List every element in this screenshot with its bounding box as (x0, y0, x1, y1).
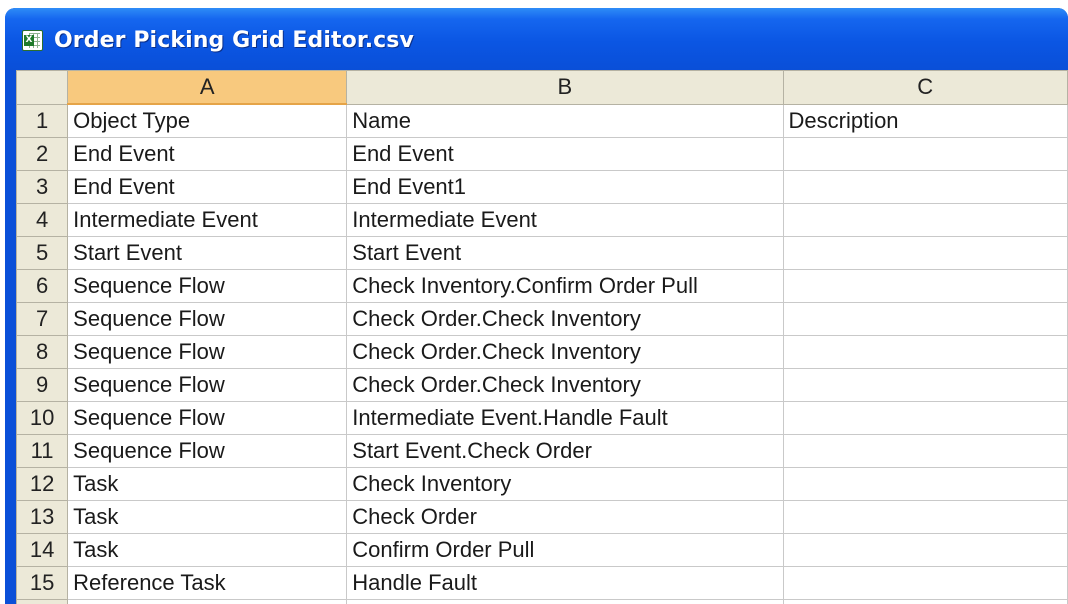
cell-b[interactable] (346, 599, 784, 604)
cell-b[interactable]: Check Order.Check Inventory (346, 335, 784, 369)
table-row: 14 Task Confirm Order Pull (16, 533, 1068, 567)
x-glyph: X (24, 35, 34, 46)
table-row: 7 Sequence Flow Check Order.Check Inventor… (16, 302, 1068, 336)
cell-c[interactable] (782, 566, 1068, 600)
cell-c[interactable] (782, 269, 1068, 303)
cell-a[interactable]: Reference Task (67, 566, 348, 600)
cell-b[interactable]: Check Inventory (346, 467, 784, 501)
table-row: 2 End Event End Event (16, 137, 1068, 171)
cell-b[interactable]: Check Order (346, 500, 784, 534)
row-header[interactable]: 5 (16, 236, 69, 270)
row-header[interactable]: 2 (16, 137, 69, 171)
row-header[interactable]: 1 (16, 103, 69, 138)
cell-c[interactable] (782, 137, 1068, 171)
table-row: 11 Sequence Flow Start Event.Check Order (16, 434, 1068, 468)
cell-a[interactable]: Task (67, 467, 348, 501)
cell-b[interactable]: Start Event (346, 236, 784, 270)
cell-a[interactable]: Sequence Flow (67, 269, 348, 303)
cell-b[interactable]: Intermediate Event.Handle Fault (346, 401, 784, 435)
cell-b[interactable]: Handle Fault (346, 566, 784, 600)
row-header[interactable]: 8 (16, 335, 69, 369)
table-row: 12 Task Check Inventory (16, 467, 1068, 501)
row-header[interactable]: 10 (16, 401, 69, 435)
cell-c[interactable] (782, 236, 1068, 270)
cell-b[interactable]: Start Event.Check Order (346, 434, 784, 468)
table-row: 9 Sequence Flow Check Order.Check Inventor… (16, 368, 1068, 402)
cell-c[interactable] (782, 467, 1068, 501)
app-window: X Order Picking Grid Editor.csv A B C 1O… (5, 8, 1068, 604)
cell-a[interactable]: Sequence Flow (67, 368, 348, 402)
cell-c[interactable] (782, 500, 1068, 534)
table-row: 1 Object Type Name Description (16, 103, 1068, 138)
row-header[interactable]: 7 (16, 302, 69, 336)
cell-a[interactable]: Task (67, 500, 348, 534)
grid-body: 1 Object Type Name Description 2 End Event End… (16, 103, 1068, 604)
cell-b[interactable]: Confirm Order Pull (346, 533, 784, 567)
table-row: 15 Reference Task Handle Fault (16, 566, 1068, 600)
cell-a[interactable]: End Event (67, 170, 348, 204)
table-row: 8 Sequence Flow Check Order.Check Inventor… (16, 335, 1068, 369)
cell-b[interactable]: Check Order.Check Inventory (346, 302, 784, 336)
select-all-corner[interactable] (16, 70, 69, 105)
cell-a[interactable]: End Event (67, 137, 348, 171)
cell-table: A B C 1 Object Type Name Description 2 End Ev… (16, 70, 1068, 604)
table-row: 10 Sequence Flow Intermediate Event.Handle… (16, 401, 1068, 435)
cell-a[interactable]: Object Type (67, 103, 348, 138)
row-header[interactable]: 15 (16, 566, 69, 600)
cell-b[interactable]: Check Inventory.Confirm Order Pull (346, 269, 784, 303)
cell-c[interactable] (782, 401, 1068, 435)
table-row: 16 (16, 599, 1068, 604)
cell-c[interactable] (782, 170, 1068, 204)
cell-a[interactable]: Task (67, 533, 348, 567)
cell-c[interactable] (782, 533, 1068, 567)
row-header[interactable]: 3 (16, 170, 69, 204)
row-header[interactable]: 14 (16, 533, 69, 567)
cell-a[interactable] (67, 599, 348, 604)
cell-c[interactable]: Description (782, 103, 1068, 138)
cell-b[interactable]: Name (346, 103, 784, 138)
table-row: 4 Intermediate Event Intermediate Event (16, 203, 1068, 237)
cell-c[interactable] (782, 302, 1068, 336)
cell-c[interactable] (782, 599, 1068, 604)
table-row: 3 End Event End Event1 (16, 170, 1068, 204)
cell-a[interactable]: Start Event (67, 236, 348, 270)
row-header[interactable]: 12 (16, 467, 69, 501)
cell-c[interactable] (782, 434, 1068, 468)
cell-a[interactable]: Sequence Flow (67, 434, 348, 468)
table-row: 6 Sequence Flow Check Inventory.Confirm Or… (16, 269, 1068, 303)
row-header[interactable]: 9 (16, 368, 69, 402)
cell-c[interactable] (782, 368, 1068, 402)
row-header[interactable]: 6 (16, 269, 69, 303)
cell-b[interactable]: End Event (346, 137, 784, 171)
row-header[interactable]: 16 (16, 599, 69, 604)
column-header-row: A B C (16, 70, 1068, 105)
cell-b[interactable]: Check Order.Check Inventory (346, 368, 784, 402)
cell-a[interactable]: Sequence Flow (67, 335, 348, 369)
table-row: 5 Start Event Start Event (16, 236, 1068, 270)
row-header[interactable]: 4 (16, 203, 69, 237)
cell-a[interactable]: Intermediate Event (67, 203, 348, 237)
column-header-b[interactable]: B (346, 70, 784, 105)
column-header-a[interactable]: A (67, 70, 348, 105)
row-header[interactable]: 11 (16, 434, 69, 468)
window-title: Order Picking Grid Editor.csv (54, 28, 414, 53)
excel-csv-icon[interactable]: X (22, 30, 43, 51)
column-header-c[interactable]: C (782, 70, 1068, 105)
cell-c[interactable] (782, 335, 1068, 369)
cell-c[interactable] (782, 203, 1068, 237)
table-row: 13 Task Check Order (16, 500, 1068, 534)
spreadsheet-grid[interactable]: A B C 1 Object Type Name Description 2 End Ev… (16, 70, 1068, 604)
cell-a[interactable]: Sequence Flow (67, 302, 348, 336)
cell-b[interactable]: Intermediate Event (346, 203, 784, 237)
title-bar[interactable]: X Order Picking Grid Editor.csv (5, 8, 1068, 70)
cell-a[interactable]: Sequence Flow (67, 401, 348, 435)
cell-b[interactable]: End Event1 (346, 170, 784, 204)
row-header[interactable]: 13 (16, 500, 69, 534)
